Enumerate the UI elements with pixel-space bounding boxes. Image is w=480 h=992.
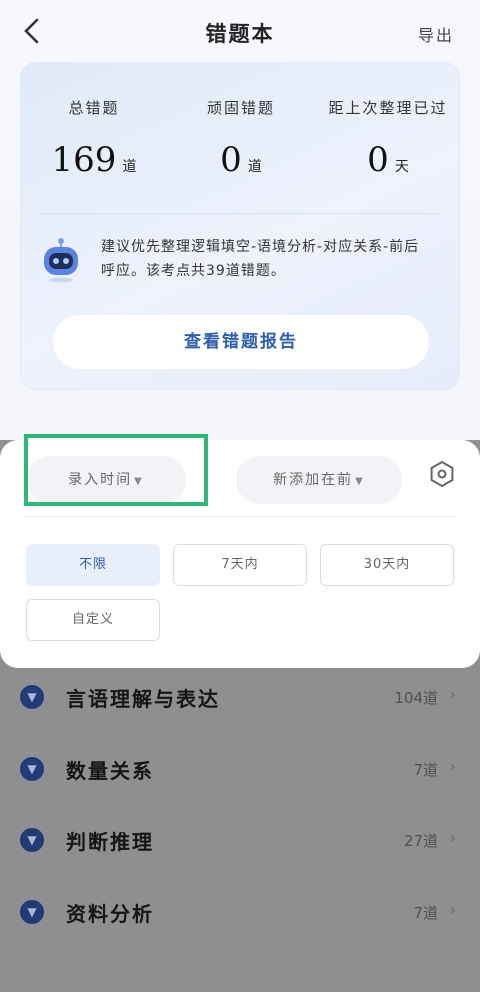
time-filter-all[interactable]: 不限 bbox=[26, 544, 160, 586]
category-count: 7道 bbox=[413, 904, 438, 922]
chevron-down-icon[interactable]: ▼ bbox=[20, 900, 44, 924]
filter-sheet: 录入时间 ▼ 新添加在前 ▼ 不限 7天内 30天内 自定义 bbox=[0, 434, 480, 668]
top-section: 错题本 导出 总错题 169 道 顽固错题 0道 距上次整理已过 0天 建议优先… bbox=[0, 0, 480, 440]
divider bbox=[39, 213, 441, 214]
chevron-right-icon: › bbox=[449, 900, 456, 919]
stat-value: 169 道 bbox=[51, 140, 137, 180]
list-item[interactable]: ▼ 言语理解与表达 104道 › bbox=[0, 673, 480, 723]
hexagon-settings-icon[interactable] bbox=[428, 460, 456, 488]
category-name: 数量关系 bbox=[66, 759, 154, 783]
time-filter-custom[interactable]: 自定义 bbox=[26, 599, 160, 641]
stat-label: 顽固错题 bbox=[206, 99, 275, 117]
category-name: 判断推理 bbox=[66, 830, 154, 854]
sort-order-dropdown[interactable]: 新添加在前 ▼ bbox=[236, 456, 402, 504]
category-name: 言语理解与表达 bbox=[66, 687, 220, 711]
category-count: 104道 bbox=[394, 689, 438, 707]
robot-icon bbox=[41, 237, 81, 283]
stat-value: 0道 bbox=[220, 140, 262, 180]
category-count: 7道 bbox=[413, 761, 438, 779]
summary-card: 总错题 169 道 顽固错题 0道 距上次整理已过 0天 建议优先整理逻辑填空-语… bbox=[20, 62, 460, 390]
suggestion-text: 建议优先整理逻辑填空-语境分析-对应关系-前后呼应。该考点共39道错题。 bbox=[101, 239, 420, 279]
page-title: 错题本 bbox=[205, 22, 275, 46]
chevron-down-icon[interactable]: ▼ bbox=[20, 757, 44, 781]
category-count: 27道 bbox=[403, 832, 438, 850]
list-item[interactable]: ▼ 数量关系 7道 › bbox=[0, 745, 480, 795]
divider bbox=[24, 516, 456, 517]
view-report-button[interactable]: 查看错题报告 bbox=[53, 315, 429, 369]
chevron-down-icon[interactable]: ▼ bbox=[20, 828, 44, 852]
sort-field-dropdown[interactable]: 录入时间 ▼ bbox=[26, 456, 186, 504]
stat-label: 距上次整理已过 bbox=[328, 99, 448, 117]
chevron-right-icon: › bbox=[449, 685, 456, 704]
triangle-down-icon: ▼ bbox=[134, 476, 144, 487]
stat-value: 0天 bbox=[367, 140, 409, 180]
stat-total: 总错题 169 道 bbox=[21, 97, 167, 180]
triangle-down-icon: ▼ bbox=[355, 476, 365, 487]
export-button[interactable]: 导出 bbox=[418, 22, 454, 46]
category-name: 资料分析 bbox=[66, 902, 154, 926]
stat-days: 距上次整理已过 0天 bbox=[315, 97, 461, 180]
list-item[interactable]: ▼ 资料分析 7道 › bbox=[0, 888, 480, 938]
chevron-right-icon: › bbox=[449, 828, 456, 847]
chevron-down-icon[interactable]: ▼ bbox=[20, 685, 44, 709]
chevron-right-icon: › bbox=[449, 757, 456, 776]
time-filter-7days[interactable]: 7天内 bbox=[173, 544, 307, 586]
time-filter-30days[interactable]: 30天内 bbox=[320, 544, 454, 586]
stat-stubborn: 顽固错题 0道 bbox=[168, 97, 314, 180]
stat-label: 总错题 bbox=[68, 99, 120, 117]
nav-bar: 错题本 导出 bbox=[0, 0, 480, 62]
list-item[interactable]: ▼ 判断推理 27道 › bbox=[0, 816, 480, 866]
